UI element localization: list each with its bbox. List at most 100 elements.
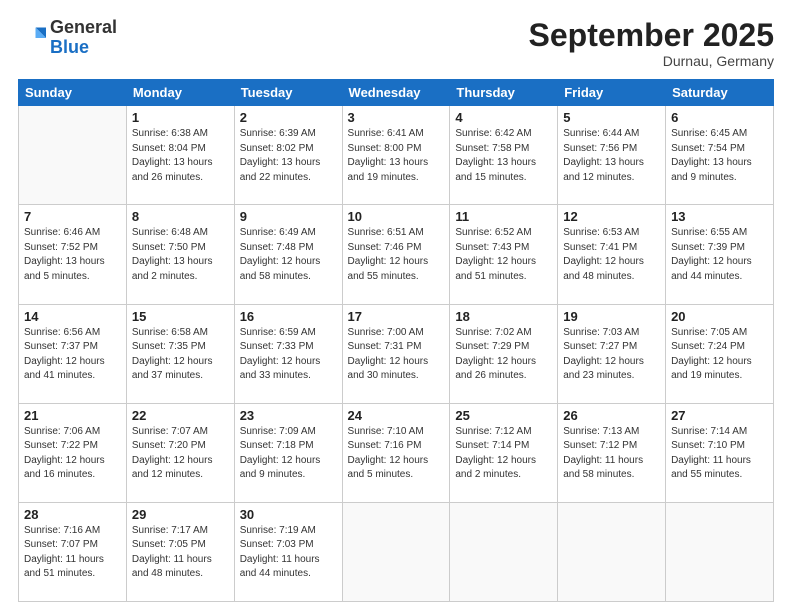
day-info: Sunrise: 6:51 AM Sunset: 7:46 PM Dayligh… <box>348 226 445 284</box>
calendar-day-cell: 24Sunrise: 7:10 AM Sunset: 7:16 PM Dayli… <box>342 403 450 502</box>
day-info: Sunrise: 6:39 AM Sunset: 8:02 PM Dayligh… <box>240 127 337 185</box>
calendar-day-cell: 18 Sunrise: 7:02 AM Sunset: 7:29 PM Dayli… <box>450 304 558 403</box>
day-info: Sunrise: 6:55 AM Sunset: 7:39 PM Dayligh… <box>671 226 768 284</box>
calendar-day-cell: 9Sunrise: 6:49 AM Sunset: 7:48 PM Daylig… <box>234 205 342 304</box>
day-number: 14 <box>24 309 121 324</box>
logo-blue: Blue <box>50 37 89 57</box>
logo-general: General <box>50 17 117 37</box>
day-info: Sunrise: 7:13 AM Sunset: 7:12 PM Dayligh… <box>563 425 660 483</box>
day-of-week-header: Sunday <box>19 80 127 106</box>
day-of-week-header: Friday <box>558 80 666 106</box>
header: General Blue September 2025 Durnau, Germ… <box>18 18 774 69</box>
calendar-day-cell: 28Sunrise: 7:16 AM Sunset: 7:07 PM Dayli… <box>19 502 127 601</box>
calendar-day-cell: 8Sunrise: 6:48 AM Sunset: 7:50 PM Daylig… <box>126 205 234 304</box>
day-info: Sunrise: 7:19 AM Sunset: 7:03 PM Dayligh… <box>240 524 337 582</box>
day-info: Sunrise: 7:16 AM Sunset: 7:07 PM Dayligh… <box>24 524 121 582</box>
day-number: 22 <box>132 408 229 423</box>
day-number: 25 <box>455 408 552 423</box>
calendar-day-cell: 25Sunrise: 7:12 AM Sunset: 7:14 PM Dayli… <box>450 403 558 502</box>
logo-icon <box>18 24 46 52</box>
day-info: Sunrise: 6:41 AM Sunset: 8:00 PM Dayligh… <box>348 127 445 185</box>
day-of-week-header: Saturday <box>666 80 774 106</box>
day-info: Sunrise: 7:00 AM Sunset: 7:31 PM Dayligh… <box>348 326 445 384</box>
calendar-day-cell <box>19 106 127 205</box>
day-info: Sunrise: 7:09 AM Sunset: 7:18 PM Dayligh… <box>240 425 337 483</box>
day-info: Sunrise: 7:17 AM Sunset: 7:05 PM Dayligh… <box>132 524 229 582</box>
calendar-day-cell: 23Sunrise: 7:09 AM Sunset: 7:18 PM Dayli… <box>234 403 342 502</box>
day-info: Sunrise: 6:52 AM Sunset: 7:43 PM Dayligh… <box>455 226 552 284</box>
day-number: 18 <box>455 309 552 324</box>
calendar-day-cell: 26 Sunrise: 7:13 AM Sunset: 7:12 PM Dayli… <box>558 403 666 502</box>
day-number: 5 <box>563 110 660 125</box>
month-title: September 2025 <box>529 18 774 53</box>
logo: General Blue <box>18 18 117 58</box>
location: Durnau, Germany <box>529 53 774 69</box>
day-number: 19 <box>563 309 660 324</box>
logo-text: General Blue <box>50 18 117 58</box>
day-number: 11 <box>455 209 552 224</box>
calendar-day-cell: 19 Sunrise: 7:03 AM Sunset: 7:27 PM Dayli… <box>558 304 666 403</box>
calendar-week-row: 14 Sunrise: 6:56 AM Sunset: 7:37 PM Dayli… <box>19 304 774 403</box>
calendar-day-cell: 16Sunrise: 6:59 AM Sunset: 7:33 PM Dayli… <box>234 304 342 403</box>
calendar-day-cell: 14 Sunrise: 6:56 AM Sunset: 7:37 PM Dayli… <box>19 304 127 403</box>
calendar-day-cell: 2 Sunrise: 6:39 AM Sunset: 8:02 PM Daylig… <box>234 106 342 205</box>
calendar-day-cell: 3 Sunrise: 6:41 AM Sunset: 8:00 PM Daylig… <box>342 106 450 205</box>
calendar-day-cell: 20Sunrise: 7:05 AM Sunset: 7:24 PM Dayli… <box>666 304 774 403</box>
day-number: 12 <box>563 209 660 224</box>
calendar-day-cell: 12 Sunrise: 6:53 AM Sunset: 7:41 PM Dayli… <box>558 205 666 304</box>
day-number: 8 <box>132 209 229 224</box>
day-number: 10 <box>348 209 445 224</box>
calendar-day-cell <box>342 502 450 601</box>
day-info: Sunrise: 7:14 AM Sunset: 7:10 PM Dayligh… <box>671 425 768 483</box>
day-number: 21 <box>24 408 121 423</box>
day-number: 15 <box>132 309 229 324</box>
calendar-day-cell: 22Sunrise: 7:07 AM Sunset: 7:20 PM Dayli… <box>126 403 234 502</box>
calendar-day-cell: 21Sunrise: 7:06 AM Sunset: 7:22 PM Dayli… <box>19 403 127 502</box>
page: General Blue September 2025 Durnau, Germ… <box>0 0 792 612</box>
day-info: Sunrise: 6:42 AM Sunset: 7:58 PM Dayligh… <box>455 127 552 185</box>
day-number: 1 <box>132 110 229 125</box>
calendar-day-cell: 15 Sunrise: 6:58 AM Sunset: 7:35 PM Dayli… <box>126 304 234 403</box>
day-info: Sunrise: 6:58 AM Sunset: 7:35 PM Dayligh… <box>132 326 229 384</box>
day-number: 3 <box>348 110 445 125</box>
calendar-day-cell: 29 Sunrise: 7:17 AM Sunset: 7:05 PM Dayli… <box>126 502 234 601</box>
calendar-week-row: 28Sunrise: 7:16 AM Sunset: 7:07 PM Dayli… <box>19 502 774 601</box>
day-info: Sunrise: 6:53 AM Sunset: 7:41 PM Dayligh… <box>563 226 660 284</box>
calendar-header-row: SundayMondayTuesdayWednesdayThursdayFrid… <box>19 80 774 106</box>
day-info: Sunrise: 6:46 AM Sunset: 7:52 PM Dayligh… <box>24 226 121 284</box>
day-info: Sunrise: 6:38 AM Sunset: 8:04 PM Dayligh… <box>132 127 229 185</box>
day-number: 2 <box>240 110 337 125</box>
day-number: 13 <box>671 209 768 224</box>
calendar-day-cell <box>666 502 774 601</box>
day-number: 9 <box>240 209 337 224</box>
day-of-week-header: Monday <box>126 80 234 106</box>
day-number: 7 <box>24 209 121 224</box>
calendar-day-cell <box>558 502 666 601</box>
day-number: 29 <box>132 507 229 522</box>
day-number: 17 <box>348 309 445 324</box>
day-number: 30 <box>240 507 337 522</box>
calendar-day-cell: 27 Sunrise: 7:14 AM Sunset: 7:10 PM Dayli… <box>666 403 774 502</box>
day-number: 4 <box>455 110 552 125</box>
day-of-week-header: Wednesday <box>342 80 450 106</box>
day-info: Sunrise: 7:02 AM Sunset: 7:29 PM Dayligh… <box>455 326 552 384</box>
day-info: Sunrise: 7:10 AM Sunset: 7:16 PM Dayligh… <box>348 425 445 483</box>
day-of-week-header: Thursday <box>450 80 558 106</box>
calendar-day-cell: 11 Sunrise: 6:52 AM Sunset: 7:43 PM Dayli… <box>450 205 558 304</box>
calendar-week-row: 1 Sunrise: 6:38 AM Sunset: 8:04 PM Daylig… <box>19 106 774 205</box>
day-info: Sunrise: 7:05 AM Sunset: 7:24 PM Dayligh… <box>671 326 768 384</box>
calendar-day-cell: 6Sunrise: 6:45 AM Sunset: 7:54 PM Daylig… <box>666 106 774 205</box>
day-info: Sunrise: 6:56 AM Sunset: 7:37 PM Dayligh… <box>24 326 121 384</box>
day-number: 26 <box>563 408 660 423</box>
calendar-day-cell: 1 Sunrise: 6:38 AM Sunset: 8:04 PM Daylig… <box>126 106 234 205</box>
day-of-week-header: Tuesday <box>234 80 342 106</box>
day-info: Sunrise: 7:03 AM Sunset: 7:27 PM Dayligh… <box>563 326 660 384</box>
calendar-day-cell: 30 Sunrise: 7:19 AM Sunset: 7:03 PM Dayli… <box>234 502 342 601</box>
calendar-day-cell: 4 Sunrise: 6:42 AM Sunset: 7:58 PM Daylig… <box>450 106 558 205</box>
day-number: 6 <box>671 110 768 125</box>
title-section: September 2025 Durnau, Germany <box>529 18 774 69</box>
day-number: 16 <box>240 309 337 324</box>
calendar-day-cell: 13 Sunrise: 6:55 AM Sunset: 7:39 PM Dayli… <box>666 205 774 304</box>
calendar-day-cell: 7 Sunrise: 6:46 AM Sunset: 7:52 PM Daylig… <box>19 205 127 304</box>
day-number: 27 <box>671 408 768 423</box>
